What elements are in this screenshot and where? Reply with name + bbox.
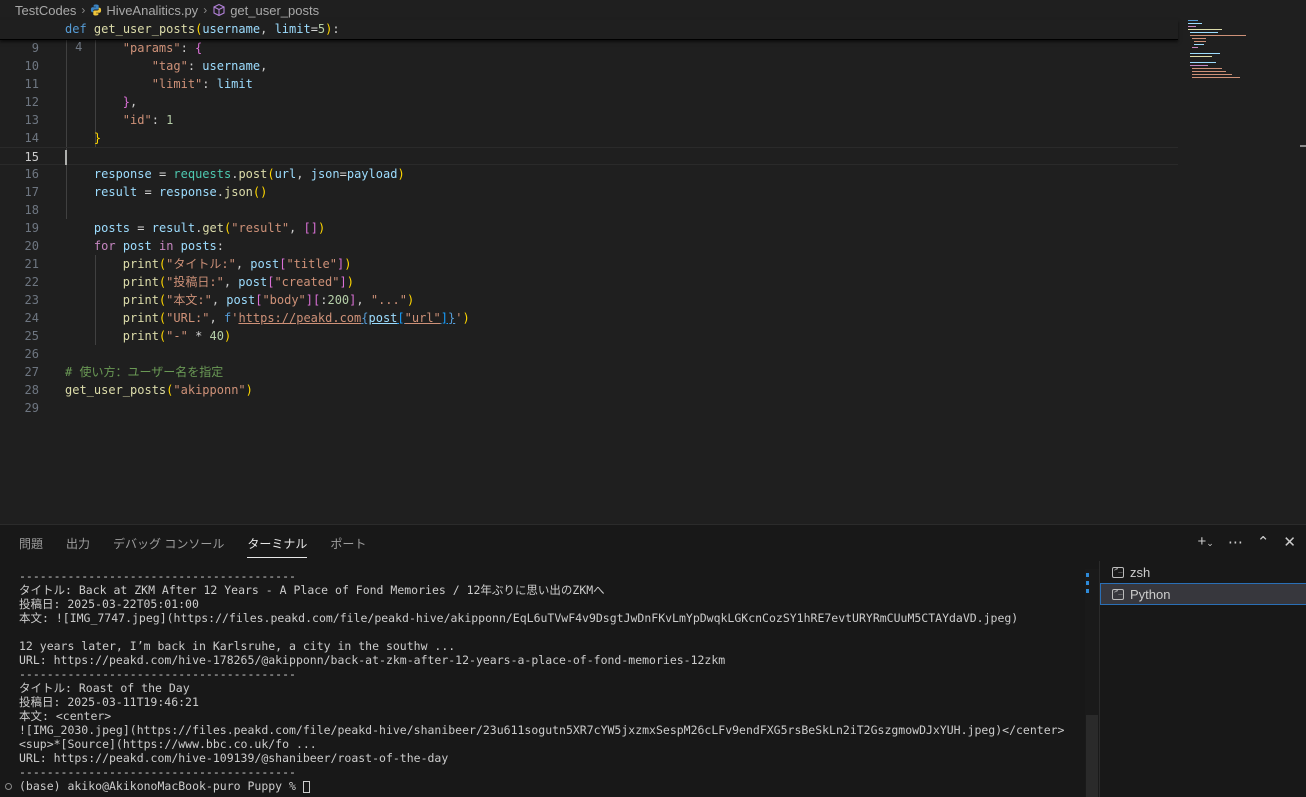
- current-line: 15: [0, 147, 1178, 165]
- breadcrumb-file[interactable]: HiveAnalitics.py: [90, 3, 198, 18]
- terminal-line: 投稿日: 2025-03-11T19:46:21: [19, 695, 199, 709]
- text-cursor: [65, 150, 67, 165]
- terminal-icon: [1112, 565, 1124, 578]
- breadcrumb-folder[interactable]: TestCodes: [15, 3, 76, 18]
- code-line: }: [93, 131, 102, 145]
- terminal-output[interactable]: ----------------------------------------…: [0, 569, 1085, 797]
- line-number: 4: [75, 40, 83, 54]
- sticky-scroll-header[interactable]: 4 def get_user_posts(username, limit=5):: [0, 20, 1178, 54]
- terminal-line: ----------------------------------------: [19, 667, 296, 681]
- code-line: response = requests.post(url, json=paylo…: [93, 167, 405, 181]
- bottom-panel: 問題 出力 デバッグ コンソール ターミナル ポート +⌄ ⋯ ⌃ ✕ ----…: [0, 524, 1306, 797]
- method-cube-icon: [213, 3, 225, 17]
- close-panel-icon[interactable]: ✕: [1283, 534, 1296, 552]
- breadcrumb-folder-label: TestCodes: [15, 2, 77, 18]
- terminal-line: ----------------------------------------: [19, 569, 296, 583]
- tab-terminal[interactable]: ターミナル: [247, 531, 308, 558]
- maximize-panel-chevron-up-icon[interactable]: ⌃: [1257, 534, 1270, 552]
- code-line: def get_user_posts(username, limit=5):: [65, 22, 340, 36]
- line-number: 14: [24, 131, 39, 145]
- python-file-icon: [91, 4, 102, 16]
- code-line: print("本文:", post["body"][:200], "..."): [122, 293, 415, 307]
- line-number: 27: [24, 365, 39, 379]
- terminal-scrollbar-thumb[interactable]: [1086, 715, 1098, 797]
- line-number: 24: [24, 311, 39, 325]
- code-line: "params": {: [122, 41, 203, 55]
- terminal-line: タイトル: Back at ZKM After 12 Years - A Pla…: [19, 583, 605, 597]
- terminal-item-label: zsh: [1130, 564, 1151, 580]
- chevron-right-icon: ›: [203, 3, 208, 17]
- terminal-line: ![IMG_2030.jpeg](https://files.peakd.com…: [19, 723, 1065, 737]
- terminal-line: 本文: <center>: [19, 709, 112, 723]
- line-number: 13: [24, 113, 39, 127]
- line-number: 23: [24, 293, 39, 307]
- code-line: print("投稿日:", post["created"]): [122, 275, 354, 289]
- terminal-item-zsh[interactable]: zsh: [1100, 561, 1306, 583]
- overview-ruler-marker: [1300, 145, 1306, 147]
- line-number: 29: [24, 401, 39, 415]
- line-number: 12: [24, 95, 39, 109]
- breadcrumb-file-label: HiveAnalitics.py: [106, 2, 199, 18]
- line-number: 25: [24, 329, 39, 343]
- minimap[interactable]: [1186, 20, 1246, 80]
- terminal-line: URL: https://peakd.com/hive-109139/@shan…: [19, 751, 449, 765]
- terminal-prompt-line: (base) akiko@AkikonoMacBook-puro Puppy %: [19, 779, 310, 793]
- terminal-line: 本文: ![IMG_7747.jpeg](https://files.peakd…: [19, 611, 1019, 625]
- code-line: posts = result.get("result", []): [93, 221, 326, 235]
- code-line: result = response.json(): [93, 185, 268, 199]
- code-line: get_user_posts("akipponn"): [65, 383, 253, 397]
- line-number: 15: [24, 150, 39, 164]
- tab-ports[interactable]: ポート: [330, 531, 366, 556]
- line-number: 17: [24, 185, 39, 199]
- terminal-tabs-list: zsh Python: [1099, 561, 1306, 797]
- line-number: 18: [24, 203, 39, 217]
- panel-actions: +⌄ ⋯ ⌃ ✕: [1198, 533, 1296, 552]
- code-line: print("URL:", f'https://peakd.com{post["…: [122, 311, 470, 325]
- line-number: 26: [24, 347, 39, 361]
- terminal-icon: [1112, 587, 1124, 600]
- terminal-line: 投稿日: 2025-03-22T05:01:00: [19, 597, 199, 611]
- terminal-item-python[interactable]: Python: [1100, 583, 1306, 605]
- line-number: 22: [24, 275, 39, 289]
- tab-problems[interactable]: 問題: [19, 531, 43, 556]
- code-line: "limit": limit: [151, 77, 253, 91]
- code-line: print("-" * 40): [122, 329, 232, 343]
- line-number: 20: [24, 239, 39, 253]
- terminal-scrollbar[interactable]: [1085, 569, 1099, 797]
- terminal-item-label: Python: [1130, 586, 1171, 602]
- terminal-cursor: [302, 780, 310, 793]
- line-number: 21: [24, 257, 39, 271]
- code-line: "id": 1: [122, 113, 174, 127]
- terminal-prompt: (base) akiko@AkikonoMacBook-puro Puppy %: [19, 779, 303, 793]
- breadcrumb-symbol-label: get_user_posts: [230, 2, 320, 18]
- terminal-line: タイトル: Roast of the Day: [19, 681, 190, 695]
- code-line: for post in posts:: [93, 239, 225, 253]
- new-terminal-plus-icon[interactable]: +⌄: [1198, 533, 1214, 552]
- line-number: 28: [24, 383, 39, 397]
- code-line: },: [122, 95, 138, 109]
- call-argument: "akipponn": [173, 383, 246, 397]
- terminal-line: 12 years later, I’m back in Karlsruhe, a…: [19, 639, 456, 653]
- code-comment: # 使い方：ユーザー名を指定: [65, 365, 224, 379]
- line-number: 16: [24, 167, 39, 181]
- chevron-right-icon: ›: [81, 3, 86, 17]
- code-line: print("タイトル:", post["title"]): [122, 257, 352, 271]
- breadcrumb: TestCodes › HiveAnalitics.py › get_user_…: [0, 0, 1306, 20]
- breadcrumb-symbol[interactable]: get_user_posts: [212, 3, 319, 18]
- command-decoration-circle-icon[interactable]: [5, 783, 12, 790]
- more-actions-icon[interactable]: ⋯: [1228, 534, 1243, 552]
- line-number: 19: [24, 221, 39, 235]
- code-line: "tag": username,: [151, 59, 268, 73]
- terminal-line: <sup>*[Source](https://www.bbc.co.uk/fo …: [19, 737, 317, 751]
- terminal-line: URL: https://peakd.com/hive-178265/@akip…: [19, 653, 726, 667]
- panel-tabs: 問題 出力 デバッグ コンソール ターミナル ポート: [0, 525, 389, 561]
- terminal-line: ----------------------------------------: [19, 765, 296, 779]
- tab-debug-console[interactable]: デバッグ コンソール: [113, 531, 224, 556]
- tab-output[interactable]: 出力: [66, 531, 90, 556]
- code-editor[interactable]: 4 def get_user_posts(username, limit=5):…: [0, 20, 1306, 523]
